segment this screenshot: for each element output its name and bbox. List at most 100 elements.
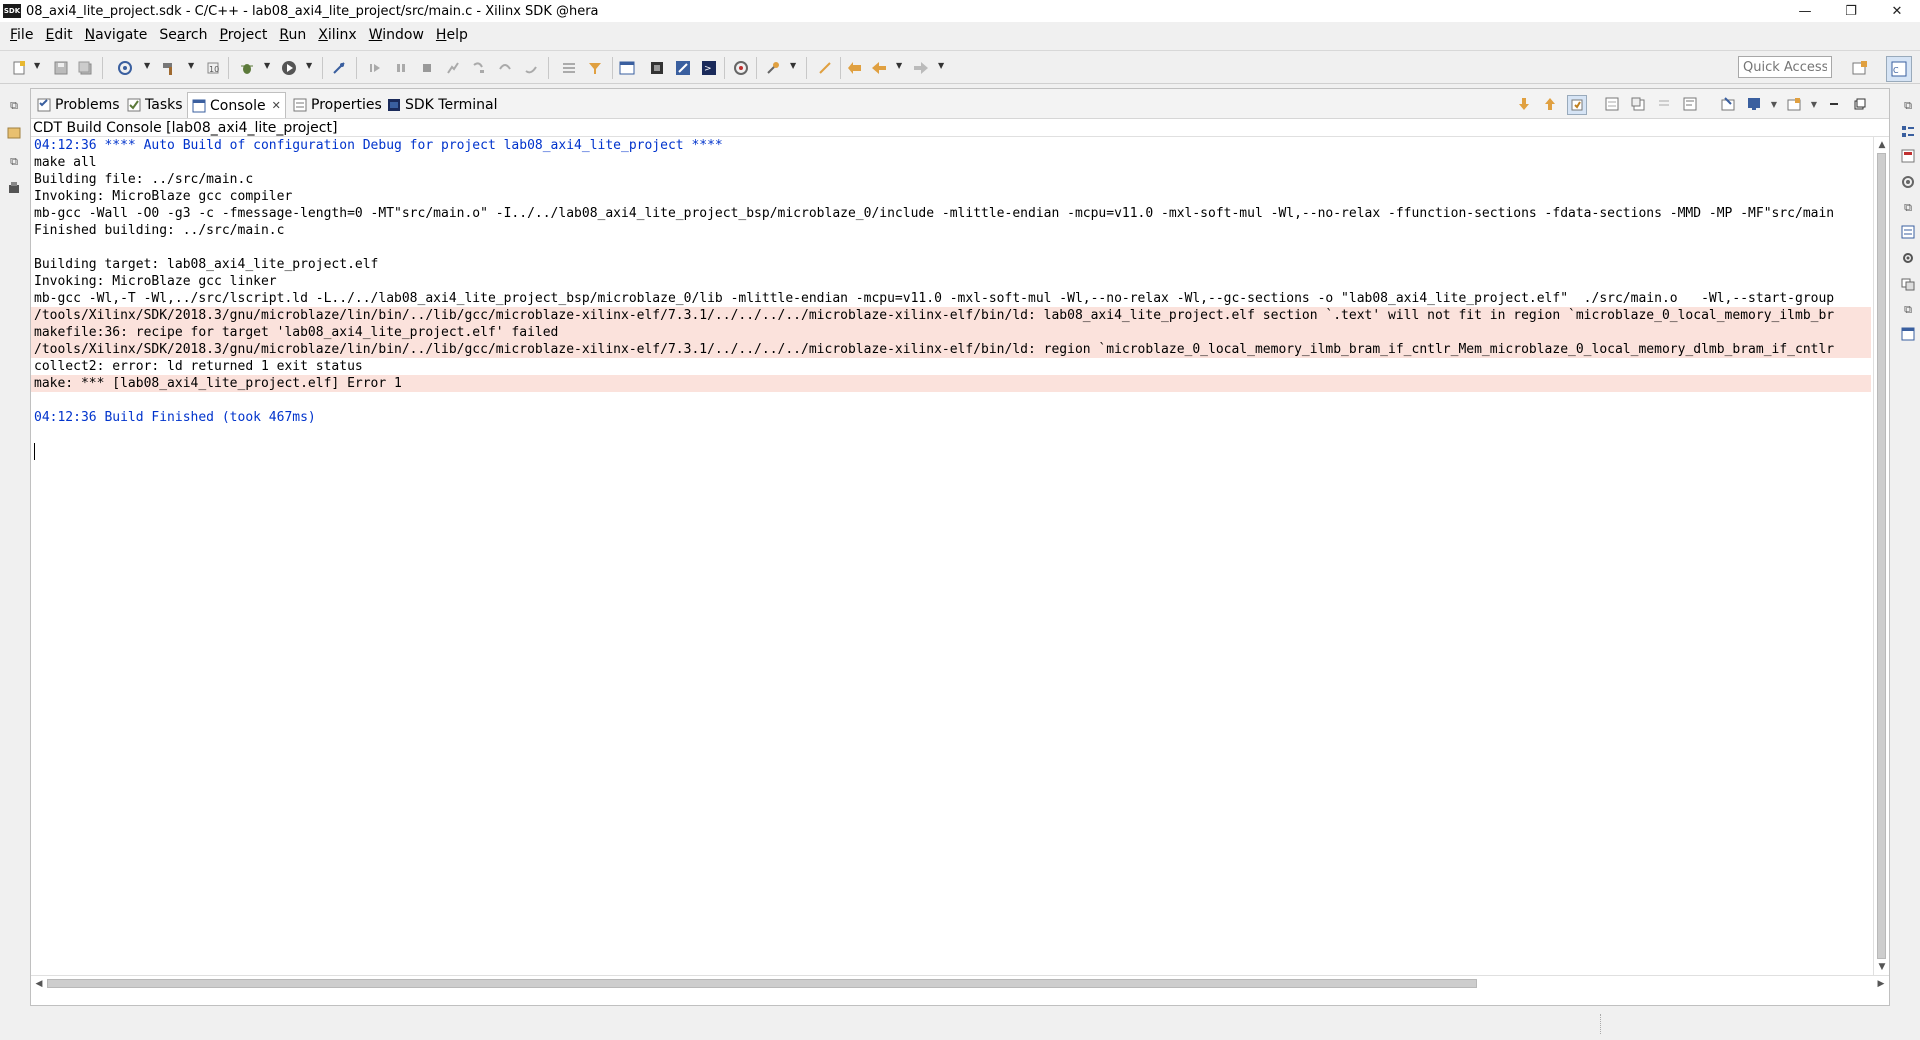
copy-build-log-icon[interactable]	[1629, 95, 1647, 113]
chevron-down-icon[interactable]: ▼	[790, 61, 798, 70]
scroll-lock-icon[interactable]	[1567, 95, 1587, 115]
save-all-icon[interactable]	[76, 59, 94, 77]
pin-console-icon[interactable]	[1719, 95, 1737, 113]
scroll-right-arrow-icon[interactable]: ▶	[1874, 977, 1888, 991]
tab-sdk-terminal[interactable]: SDK Terminal	[383, 92, 501, 118]
horizontal-scroll-thumb[interactable]	[47, 979, 1477, 988]
word-wrap-icon[interactable]	[1681, 95, 1699, 113]
memory-view-icon[interactable]	[1900, 326, 1916, 342]
scroll-lock-down-icon[interactable]	[1515, 95, 1533, 113]
minimize-button[interactable]: —	[1782, 0, 1828, 22]
resume-icon[interactable]	[366, 59, 384, 77]
include-browser-icon[interactable]	[1900, 148, 1916, 164]
last-edit-icon[interactable]	[846, 59, 864, 77]
chevron-down-icon[interactable]: ▼	[938, 61, 946, 70]
step-over-icon[interactable]	[496, 59, 514, 77]
menu-project[interactable]: Project	[214, 22, 274, 48]
svg-text:C: C	[1893, 66, 1899, 75]
menu-xilinx[interactable]: Xilinx	[312, 22, 362, 48]
new-icon[interactable]	[10, 59, 28, 77]
filter-icon[interactable]	[586, 59, 604, 77]
instruction-step-icon[interactable]	[560, 59, 578, 77]
menu-window[interactable]: Window	[363, 22, 430, 48]
back-arrow-icon[interactable]	[870, 59, 888, 77]
pin-icon[interactable]	[764, 59, 782, 77]
disconnect-icon[interactable]	[444, 59, 462, 77]
menu-edit[interactable]: Edit	[39, 22, 78, 48]
run-icon[interactable]	[280, 59, 298, 77]
settings-icon[interactable]	[1900, 250, 1916, 266]
console-input-line[interactable]	[31, 443, 1871, 460]
next-error-icon[interactable]	[1655, 95, 1673, 113]
scroll-up-arrow-icon[interactable]: ▲	[1875, 138, 1889, 152]
variables-icon[interactable]	[1900, 224, 1916, 240]
chevron-down-icon[interactable]: ▼	[34, 61, 42, 70]
restore-button[interactable]: ❐	[1828, 0, 1874, 22]
restore-view-icon[interactable]: ⧉	[6, 154, 22, 170]
vertical-scrollbar[interactable]: ▲ ▼	[1873, 137, 1889, 975]
program-fpga-icon[interactable]	[116, 59, 134, 77]
save-icon[interactable]	[52, 59, 70, 77]
terminate-icon[interactable]	[418, 59, 436, 77]
restore-view-icon[interactable]: ⧉	[1900, 98, 1916, 114]
restore-view-icon[interactable]: ⧉	[6, 98, 22, 114]
hardware-icon[interactable]	[648, 59, 666, 77]
menu-navigate[interactable]: Navigate	[79, 22, 154, 48]
maximize-view-icon[interactable]	[1851, 95, 1869, 113]
suspend-icon[interactable]	[392, 59, 410, 77]
terminal-icon[interactable]: >	[700, 59, 718, 77]
chevron-down-icon[interactable]: ▼	[1765, 95, 1783, 113]
clear-console-icon[interactable]	[1603, 95, 1621, 113]
close-icon[interactable]: ✕	[272, 99, 281, 112]
chevron-down-icon[interactable]: ▼	[896, 61, 904, 70]
tab-tasks[interactable]: Tasks	[123, 92, 187, 118]
outline-icon[interactable]	[1900, 124, 1916, 140]
menu-file[interactable]: File	[4, 22, 39, 48]
chevron-down-icon[interactable]: ▼	[144, 61, 152, 70]
tab-problems[interactable]: Problems	[33, 92, 124, 118]
scroll-up-icon[interactable]	[1541, 95, 1559, 113]
xmd-console-icon[interactable]	[618, 59, 636, 77]
build-hammer-icon[interactable]	[160, 59, 178, 77]
open-console-icon[interactable]	[1785, 95, 1803, 113]
chevron-down-icon[interactable]: ▼	[264, 61, 272, 70]
debug-view-icon[interactable]	[1900, 276, 1916, 292]
scroll-down-arrow-icon[interactable]: ▼	[1875, 960, 1889, 974]
skip-breakpoints-icon[interactable]	[330, 59, 348, 77]
tab-label: Console	[210, 97, 266, 114]
make-target-icon[interactable]	[1900, 174, 1916, 190]
target-connections-icon[interactable]	[732, 59, 750, 77]
project-explorer-icon[interactable]	[6, 124, 22, 140]
chevron-down-icon[interactable]: ▼	[1805, 95, 1823, 113]
close-button[interactable]: ✕	[1874, 0, 1920, 22]
forward-arrow-icon[interactable]	[912, 59, 930, 77]
edit-bsp-icon[interactable]	[674, 59, 692, 77]
console-output[interactable]: 04:12:36 **** Auto Build of configuratio…	[31, 137, 1871, 975]
menu-run[interactable]: Run	[273, 22, 312, 48]
tab-properties[interactable]: Properties	[289, 92, 386, 118]
scroll-left-arrow-icon[interactable]: ◀	[32, 977, 46, 991]
cpp-perspective-icon[interactable]: C	[1886, 56, 1912, 82]
console-line: Invoking: MicroBlaze gcc compiler	[34, 189, 293, 204]
vertical-scroll-thumb[interactable]	[1877, 153, 1886, 959]
chevron-down-icon[interactable]: ▼	[188, 61, 196, 70]
target-connections-icon[interactable]	[6, 180, 22, 196]
minimize-view-icon[interactable]	[1825, 95, 1843, 113]
restore-view-icon[interactable]: ⧉	[1900, 302, 1916, 318]
menu-search[interactable]: Search	[153, 22, 213, 48]
menu-help[interactable]: Help	[430, 22, 474, 48]
display-console-icon[interactable]	[1745, 95, 1763, 113]
chevron-down-icon[interactable]: ▼	[306, 61, 314, 70]
open-perspective-icon[interactable]	[1848, 56, 1872, 80]
annotation-pen-icon[interactable]	[816, 59, 834, 77]
horizontal-scrollbar[interactable]: ◀ ▶	[31, 975, 1889, 991]
step-return-icon[interactable]	[522, 59, 540, 77]
debug-bug-icon[interactable]	[238, 59, 256, 77]
build-all-icon[interactable]: 10	[204, 59, 222, 77]
console-name: CDT Build Console [lab08_axi4_lite_proje…	[31, 119, 1889, 137]
console-line: collect2: error: ld returned 1 exit stat…	[34, 359, 363, 374]
tab-console[interactable]: Console ✕	[187, 92, 286, 118]
step-into-icon[interactable]	[470, 59, 488, 77]
restore-view-icon[interactable]: ⧉	[1900, 200, 1916, 216]
quick-access-input[interactable]	[1738, 56, 1832, 78]
